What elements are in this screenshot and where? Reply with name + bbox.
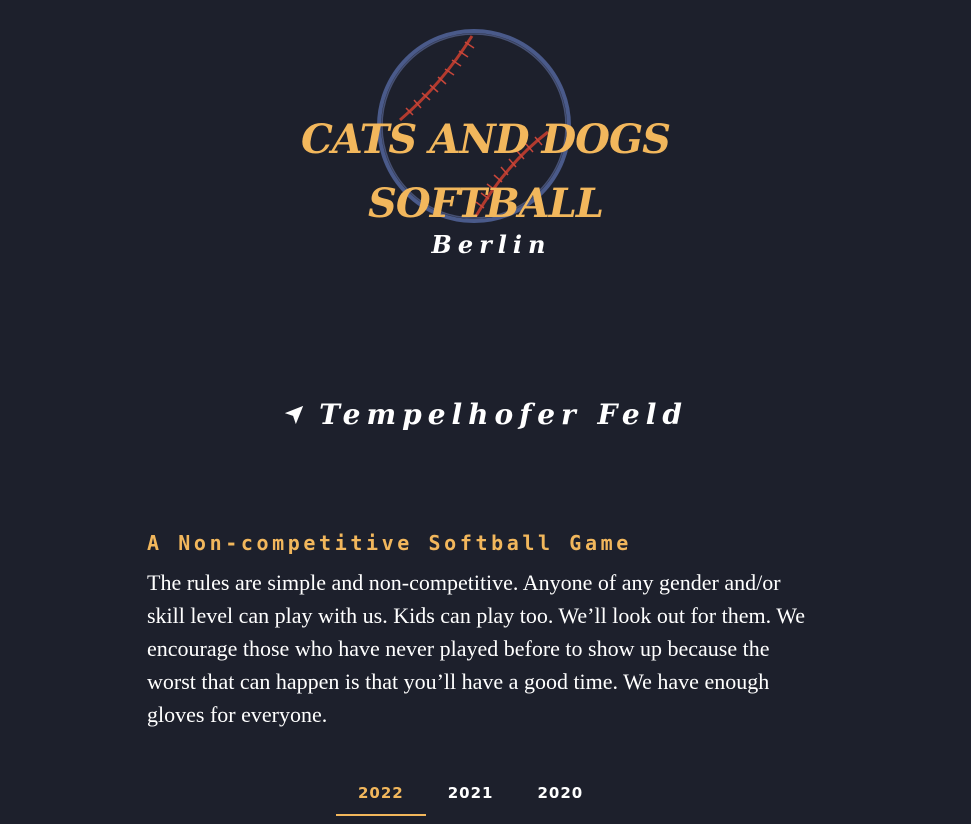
site-header: CATS AND DOGS SOFTBALL Berlin bbox=[0, 0, 971, 280]
intro-text: The rules are simple and non-competitive… bbox=[147, 570, 805, 727]
year-tabs: 2022 2021 2020 bbox=[336, 778, 605, 816]
location-arrow-icon bbox=[284, 405, 304, 424]
tab-2022[interactable]: 2022 bbox=[336, 778, 426, 816]
site-subtitle: Berlin bbox=[431, 230, 552, 259]
title-line-2: SOFTBALL bbox=[368, 180, 604, 227]
tab-2020[interactable]: 2020 bbox=[516, 778, 606, 816]
title-line-1: CATS AND DOGS bbox=[300, 116, 671, 163]
intro-heading: A Non-competitive Softball Game bbox=[147, 531, 632, 555]
intro-section: A Non-competitive Softball Game The rule… bbox=[147, 526, 807, 731]
location-label: Tempelhofer Feld bbox=[319, 398, 688, 431]
tab-2021[interactable]: 2021 bbox=[426, 778, 516, 816]
location: Tempelhofer Feld bbox=[0, 398, 971, 431]
site-title: CATS AND DOGS SOFTBALL bbox=[0, 108, 971, 236]
